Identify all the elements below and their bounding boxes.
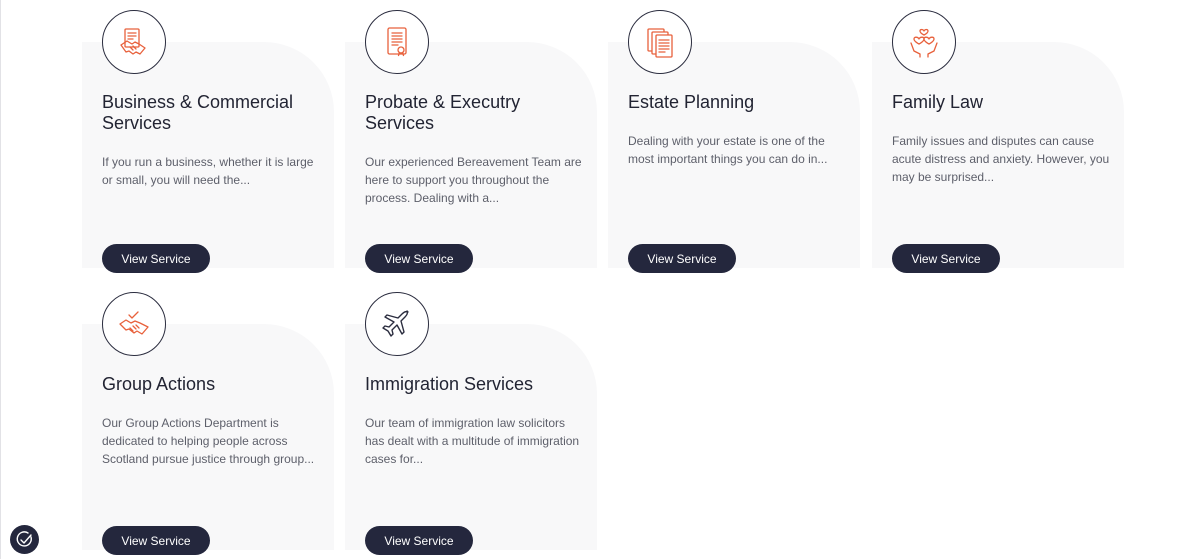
service-title: Probate & Executry Services: [365, 92, 521, 133]
service-description: Dealing with your estate is one of the m…: [628, 134, 828, 166]
service-title: Immigration Services: [365, 374, 534, 394]
service-card-business-commercial: Business & Commercial Services If you ru…: [82, 10, 334, 273]
view-service-button[interactable]: View Service: [365, 244, 473, 273]
certificate-document-icon: [365, 10, 429, 74]
service-description: If you run a business, whether it is lar…: [102, 155, 314, 187]
hands-heart-icon: [892, 10, 956, 74]
services-grid: Business & Commercial Services If you ru…: [0, 0, 1200, 559]
service-card-immigration: Immigration Services Our team of immigra…: [345, 292, 597, 555]
service-description: Our Group Actions Department is dedicate…: [102, 416, 315, 466]
view-service-button[interactable]: View Service: [365, 526, 473, 555]
stacked-documents-icon: [628, 10, 692, 74]
service-card-family-law: Family Law Family issues and disputes ca…: [872, 10, 1124, 273]
airplane-icon: [365, 292, 429, 356]
service-card-group-actions: Group Actions Our Group Actions Departme…: [82, 292, 334, 555]
service-description: Our team of immigration law solicitors h…: [365, 416, 580, 466]
service-card-estate-planning: Estate Planning Dealing with your estate…: [608, 10, 860, 273]
service-description: Our experienced Bereavement Team are her…: [365, 155, 582, 205]
view-service-button[interactable]: View Service: [102, 244, 210, 273]
service-title: Business & Commercial Services: [102, 92, 294, 133]
service-card-probate-executry: Probate & Executry Services Our experien…: [345, 10, 597, 273]
handshake-check-icon: [102, 292, 166, 356]
service-description: Family issues and disputes can cause acu…: [892, 134, 1110, 184]
accessibility-check-icon: [16, 530, 32, 547]
view-service-button[interactable]: View Service: [102, 526, 210, 555]
service-title: Estate Planning: [628, 92, 755, 112]
accessibility-button[interactable]: [10, 525, 39, 554]
service-title: Family Law: [892, 92, 984, 112]
view-service-button[interactable]: View Service: [628, 244, 736, 273]
handshake-document-icon: [102, 10, 166, 74]
view-service-button[interactable]: View Service: [892, 244, 1000, 273]
service-title: Group Actions: [102, 374, 216, 394]
